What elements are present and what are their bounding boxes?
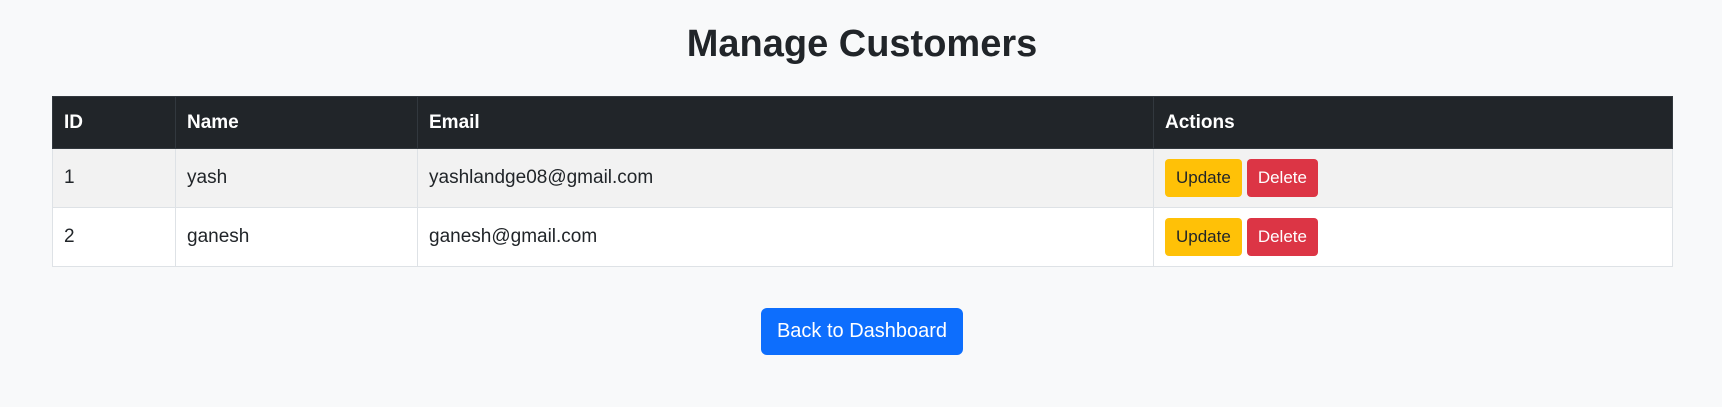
customers-table: ID Name Email Actions 1 yash yashlandge0… bbox=[52, 96, 1673, 267]
table-row: 1 yash yashlandge08@gmail.com Update Dele… bbox=[52, 148, 1673, 208]
update-button[interactable]: Update bbox=[1165, 218, 1242, 256]
column-header-email: Email bbox=[417, 96, 1154, 149]
cell-name: ganesh bbox=[175, 207, 418, 267]
column-header-id: ID bbox=[52, 96, 176, 149]
cell-actions: Update Delete bbox=[1153, 207, 1673, 267]
table-row: 2 ganesh ganesh@gmail.com Update Delete bbox=[52, 207, 1673, 267]
back-button-wrapper: Back to Dashboard bbox=[52, 308, 1672, 355]
table-header: ID Name Email Actions bbox=[52, 96, 1673, 149]
table-header-row: ID Name Email Actions bbox=[52, 96, 1673, 149]
back-to-dashboard-button[interactable]: Back to Dashboard bbox=[760, 308, 964, 355]
delete-button[interactable]: Delete bbox=[1246, 159, 1318, 197]
cell-actions: Update Delete bbox=[1153, 148, 1673, 208]
column-header-actions: Actions bbox=[1153, 96, 1673, 149]
table-body: 1 yash yashlandge08@gmail.com Update Dele… bbox=[52, 148, 1673, 267]
cell-name: yash bbox=[175, 148, 418, 208]
cell-id: 2 bbox=[52, 207, 176, 267]
cell-id: 1 bbox=[52, 148, 176, 208]
page-title: Manage Customers bbox=[686, 23, 1038, 65]
delete-button[interactable]: Delete bbox=[1246, 218, 1318, 256]
cell-email: yashlandge08@gmail.com bbox=[417, 148, 1154, 208]
column-header-name: Name bbox=[175, 96, 418, 149]
update-button[interactable]: Update bbox=[1165, 159, 1242, 197]
main-container: Manage Customers ID Name Email Actions 1… bbox=[52, 0, 1673, 355]
cell-email: ganesh@gmail.com bbox=[417, 207, 1154, 267]
